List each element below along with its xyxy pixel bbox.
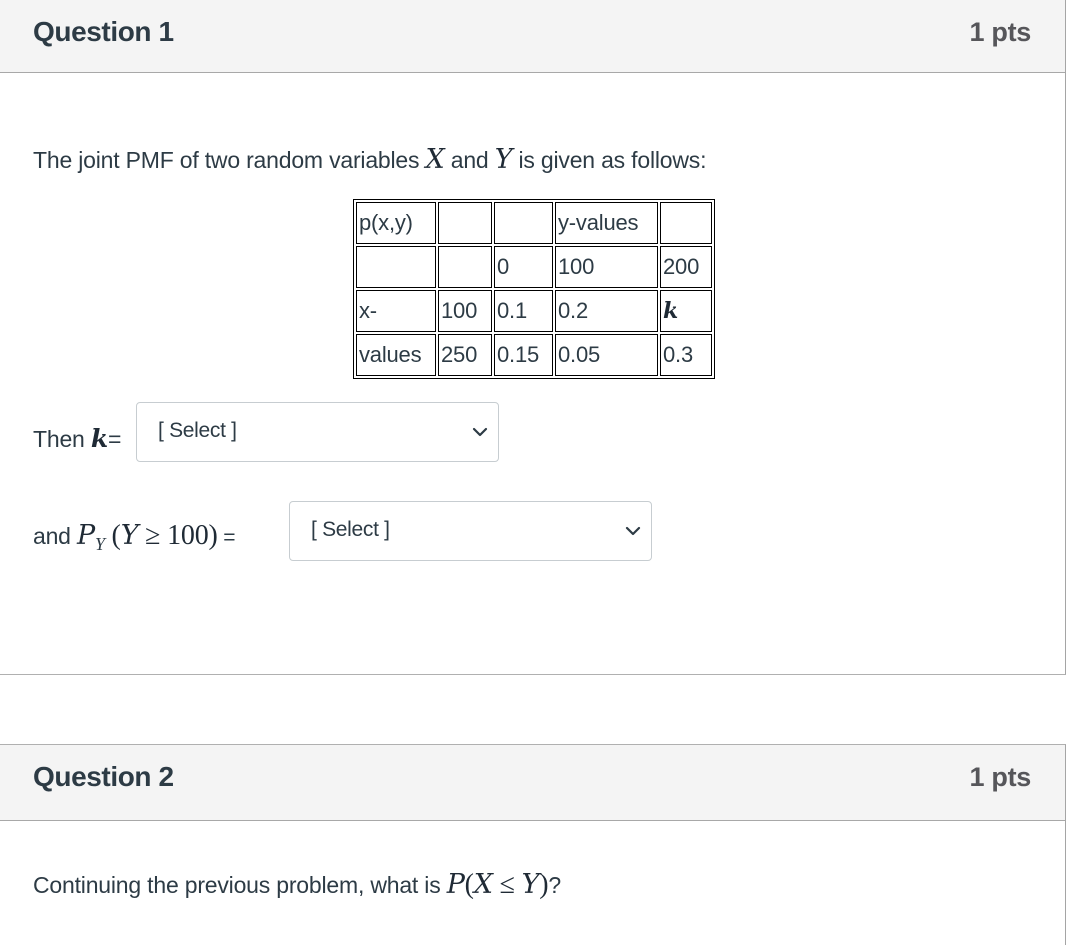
chevron-down-icon [472, 427, 488, 437]
k-prompt: Then k= [33, 424, 121, 453]
question-2-card: Question 2 1 pts Continuing the previous… [0, 744, 1066, 945]
intro-text-3: is given as follows: [512, 147, 707, 173]
table-cell: 0.05 [555, 334, 658, 376]
joint-pmf-table: p(x,y) y-values 0 100 200 x- 100 0.1 0.2… [353, 199, 715, 379]
math-close-paren: ) [539, 869, 549, 900]
k-equals: = [107, 426, 122, 452]
table-row: x- 100 0.1 0.2 k [356, 290, 712, 332]
math-leq: ≤ [492, 869, 522, 900]
question-1-header: Question 1 1 pts [0, 0, 1065, 73]
question-2-text: Continuing the previous problem, what is… [33, 869, 561, 901]
table-row: values 250 0.15 0.05 0.3 [356, 334, 712, 376]
py-prompt: and PY (Y ≥ 100) = [33, 520, 236, 555]
math-var-x: X [425, 144, 445, 175]
table-cell [438, 246, 492, 288]
k-answer-select[interactable]: [ Select ] [136, 402, 499, 462]
py-prefix: and [33, 523, 77, 549]
table-cell: 0.3 [660, 334, 712, 376]
intro-text-2: and [444, 147, 495, 173]
table-cell: values [356, 334, 436, 376]
table-cell [438, 202, 492, 244]
py-select-value: [ Select ] [311, 518, 390, 541]
table-cell-k: k [660, 290, 712, 332]
math-var-y: Y [521, 869, 540, 900]
table-cell: 200 [660, 246, 712, 288]
table-cell: 0.15 [494, 334, 553, 376]
math-var-y: Y [494, 144, 513, 175]
question-1-points: 1 pts [969, 17, 1031, 47]
math-value: 100 [167, 520, 209, 551]
math-open-paren: ( [464, 869, 474, 900]
question-2-header: Question 2 1 pts [0, 745, 1065, 821]
intro-text-1: The joint PMF of two random variables [33, 147, 426, 173]
question-1-title: Question 1 [33, 16, 174, 47]
math-var-k: k [90, 424, 108, 453]
table-cell: 0.2 [555, 290, 658, 332]
chevron-down-icon [625, 526, 641, 536]
question-1-card: Question 1 1 pts The joint PMF of two ra… [0, 0, 1066, 675]
table-cell: x- [356, 290, 436, 332]
py-equals: = [217, 526, 236, 549]
math-p: P [76, 520, 95, 551]
math-p: P [446, 869, 465, 900]
table-cell: p(x,y) [356, 202, 436, 244]
table-row: p(x,y) y-values [356, 202, 712, 244]
table-cell [494, 202, 553, 244]
table-cell: 0 [494, 246, 553, 288]
math-open-paren: ( [104, 520, 121, 551]
py-answer-select[interactable]: [ Select ] [289, 501, 652, 561]
math-subscript-y: Y [94, 534, 105, 554]
k-prefix: Then [33, 426, 91, 452]
q2-question-mark: ? [548, 872, 561, 898]
table-row: 0 100 200 [356, 246, 712, 288]
table-cell: y-values [555, 202, 658, 244]
question-2-points: 1 pts [969, 762, 1031, 792]
question-2-title: Question 2 [33, 761, 174, 792]
table-cell: 100 [555, 246, 658, 288]
table-cell: 0.1 [494, 290, 553, 332]
k-select-value: [ Select ] [158, 419, 237, 442]
q2-text-before: Continuing the previous problem, what is [33, 872, 447, 898]
table-cell [660, 202, 712, 244]
math-var-x: X [473, 869, 493, 900]
math-close-paren: ) [208, 520, 218, 551]
table-cell: 100 [438, 290, 492, 332]
math-geq: ≥ [138, 520, 168, 551]
table-cell [356, 246, 436, 288]
question-1-intro: The joint PMF of two random variables X … [33, 144, 706, 175]
math-var-y: Y [120, 520, 139, 551]
table-cell: 250 [438, 334, 492, 376]
